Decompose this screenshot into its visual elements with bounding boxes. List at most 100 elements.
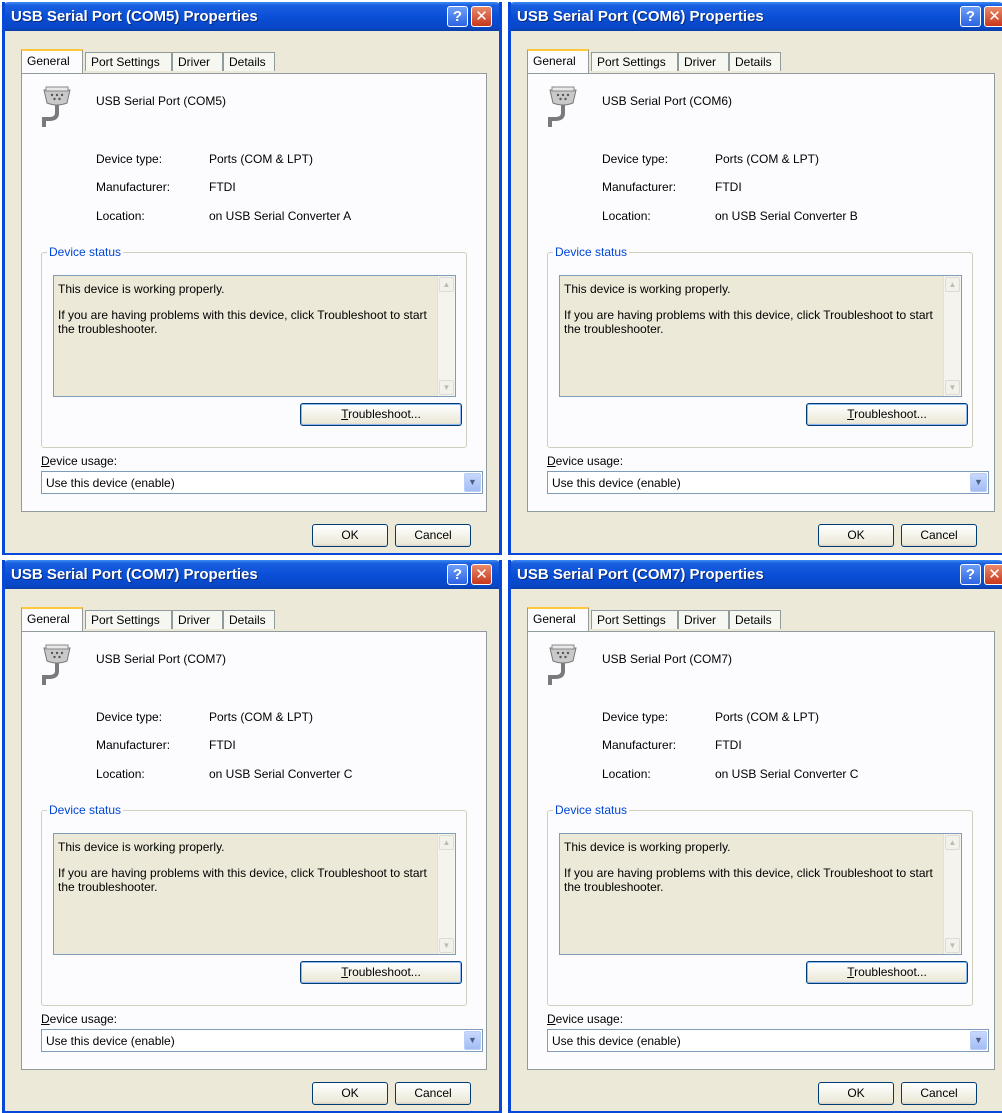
tab-general[interactable]: General — [527, 607, 589, 631]
device-status-title: Device status — [47, 803, 124, 817]
close-icon[interactable]: ✕ — [984, 6, 1002, 27]
scroll-up-icon[interactable]: ▲ — [439, 277, 454, 292]
general-tab-panel: USB Serial Port (COM7) Device type: Port… — [21, 631, 487, 1070]
scroll-down-icon[interactable]: ▼ — [439, 380, 454, 395]
manufacturer-label: Manufacturer: — [602, 180, 677, 194]
vertical-scrollbar[interactable]: ▲ ▼ — [943, 276, 961, 396]
dialog-title: USB Serial Port (COM6) Properties — [517, 8, 764, 25]
manufacturer-label: Manufacturer: — [96, 738, 171, 752]
device-type-label: Device type: — [602, 152, 669, 166]
device-type-value: Ports (COM & LPT) — [715, 710, 820, 724]
scroll-up-icon[interactable]: ▲ — [439, 835, 454, 850]
device-usage-label: Device usage: — [547, 454, 623, 468]
tab-port-settings[interactable]: Port Settings — [85, 52, 172, 71]
tab-driver[interactable]: Driver — [172, 610, 223, 629]
device-status-textbox[interactable]: This device is working properly. If you … — [53, 275, 456, 397]
vertical-scrollbar[interactable]: ▲ ▼ — [437, 834, 455, 954]
device-usage-value: Use this device (enable) — [552, 476, 681, 490]
device-usage-select[interactable]: Use this device (enable) ▼ — [547, 1029, 989, 1052]
vertical-scrollbar[interactable]: ▲ ▼ — [943, 834, 961, 954]
serial-port-icon — [548, 86, 577, 127]
title-bar[interactable]: USB Serial Port (COM5) Properties ? ✕ — [5, 2, 499, 31]
troubleshoot-label: roubleshoot... — [854, 407, 927, 421]
manufacturer-value: FTDI — [209, 738, 236, 752]
device-name: USB Serial Port (COM7) — [96, 652, 227, 666]
device-name: USB Serial Port (COM5) — [96, 94, 227, 108]
status-message: This device is working properly. — [58, 840, 225, 854]
tab-details[interactable]: Details — [223, 610, 275, 629]
scroll-down-icon[interactable]: ▼ — [439, 938, 454, 953]
manufacturer-value: FTDI — [209, 180, 236, 194]
tab-details[interactable]: Details — [223, 52, 275, 71]
troubleshoot-button[interactable]: Troubleshoot... — [300, 961, 462, 984]
chevron-down-icon[interactable]: ▼ — [464, 1031, 481, 1050]
close-icon[interactable]: ✕ — [471, 6, 492, 27]
ok-button[interactable]: OK — [312, 524, 388, 547]
tab-general[interactable]: General — [21, 607, 83, 631]
tab-general[interactable]: General — [21, 49, 83, 73]
scroll-up-icon[interactable]: ▲ — [945, 277, 960, 292]
device-usage-label-text: evice usage: — [49, 454, 118, 468]
tab-details[interactable]: Details — [729, 610, 781, 629]
device-usage-select[interactable]: Use this device (enable) ▼ — [41, 1029, 483, 1052]
tab-port-settings[interactable]: Port Settings — [591, 610, 678, 629]
device-status-group: Device status This device is working pro… — [547, 245, 973, 448]
device-status-textbox[interactable]: This device is working properly. If you … — [53, 833, 456, 955]
troubleshoot-button[interactable]: Troubleshoot... — [806, 403, 968, 426]
device-status-text: This device is working properly. If you … — [564, 282, 934, 348]
troubleshoot-button[interactable]: Troubleshoot... — [300, 403, 462, 426]
device-usage-select[interactable]: Use this device (enable) ▼ — [41, 471, 483, 494]
location-label: Location: — [602, 209, 651, 223]
tab-general[interactable]: General — [527, 49, 589, 73]
tab-driver[interactable]: Driver — [172, 52, 223, 71]
troubleshoot-button[interactable]: Troubleshoot... — [806, 961, 968, 984]
device-name: USB Serial Port (COM7) — [602, 652, 733, 666]
device-type-value: Ports (COM & LPT) — [209, 710, 314, 724]
cancel-button[interactable]: Cancel — [395, 1082, 471, 1105]
scroll-up-icon[interactable]: ▲ — [945, 835, 960, 850]
chevron-down-icon[interactable]: ▼ — [464, 473, 481, 492]
scroll-down-icon[interactable]: ▼ — [945, 938, 960, 953]
cancel-button[interactable]: Cancel — [395, 524, 471, 547]
device-status-group: Device status This device is working pro… — [41, 803, 467, 1006]
dialog-title: USB Serial Port (COM7) Properties — [517, 566, 764, 583]
chevron-down-icon[interactable]: ▼ — [970, 473, 987, 492]
help-icon[interactable]: ? — [447, 564, 468, 585]
tab-details[interactable]: Details — [729, 52, 781, 71]
device-type-label: Device type: — [602, 710, 669, 724]
help-icon[interactable]: ? — [960, 564, 981, 585]
location-value: on USB Serial Converter B — [715, 209, 858, 223]
properties-dialog: USB Serial Port (COM5) Properties ? ✕ Ge… — [2, 2, 502, 555]
tab-port-settings[interactable]: Port Settings — [85, 610, 172, 629]
scroll-down-icon[interactable]: ▼ — [945, 380, 960, 395]
chevron-down-icon[interactable]: ▼ — [970, 1031, 987, 1050]
serial-port-icon — [42, 86, 71, 127]
ok-button[interactable]: OK — [818, 1082, 894, 1105]
tab-driver[interactable]: Driver — [678, 52, 729, 71]
help-icon[interactable]: ? — [960, 6, 981, 27]
manufacturer-label: Manufacturer: — [602, 738, 677, 752]
device-status-textbox[interactable]: This device is working properly. If you … — [559, 275, 962, 397]
vertical-scrollbar[interactable]: ▲ ▼ — [437, 276, 455, 396]
device-status-textbox[interactable]: This device is working properly. If you … — [559, 833, 962, 955]
title-bar[interactable]: USB Serial Port (COM6) Properties ? ✕ — [511, 2, 1002, 31]
cancel-button[interactable]: Cancel — [901, 1082, 977, 1105]
title-bar[interactable]: USB Serial Port (COM7) Properties ? ✕ — [5, 560, 499, 589]
tab-port-settings[interactable]: Port Settings — [591, 52, 678, 71]
close-icon[interactable]: ✕ — [984, 564, 1002, 585]
close-icon[interactable]: ✕ — [471, 564, 492, 585]
device-status-text: This device is working properly. If you … — [58, 840, 428, 906]
device-usage-value: Use this device (enable) — [46, 1034, 175, 1048]
cancel-button[interactable]: Cancel — [901, 524, 977, 547]
manufacturer-label: Manufacturer: — [96, 180, 171, 194]
help-icon[interactable]: ? — [447, 6, 468, 27]
title-bar[interactable]: USB Serial Port (COM7) Properties ? ✕ — [511, 560, 1002, 589]
device-type-label: Device type: — [96, 710, 163, 724]
properties-dialog: USB Serial Port (COM6) Properties ? ✕ Ge… — [508, 2, 1002, 555]
dialog-title: USB Serial Port (COM7) Properties — [11, 566, 258, 583]
ok-button[interactable]: OK — [312, 1082, 388, 1105]
ok-button[interactable]: OK — [818, 524, 894, 547]
device-usage-select[interactable]: Use this device (enable) ▼ — [547, 471, 989, 494]
tab-driver[interactable]: Driver — [678, 610, 729, 629]
location-value: on USB Serial Converter A — [209, 209, 352, 223]
